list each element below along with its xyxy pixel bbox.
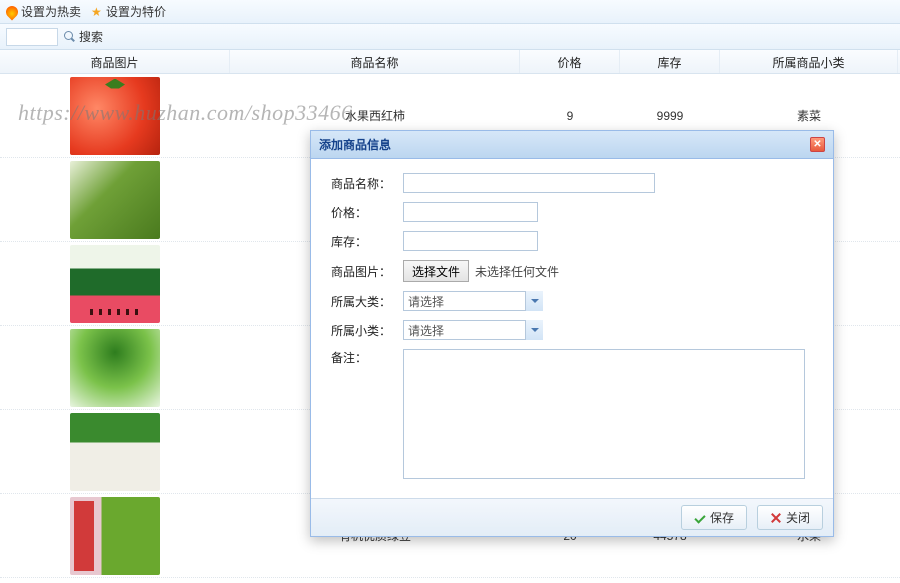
modal-header[interactable]: 添加商品信息 ✕	[311, 131, 833, 159]
label-price: 价格：	[331, 204, 403, 221]
cell-price: 9	[520, 109, 620, 123]
product-thumb	[70, 77, 160, 155]
product-thumb	[70, 413, 160, 491]
star-icon: ★	[91, 6, 103, 18]
save-button-label: 保存	[710, 509, 734, 526]
chevron-down-icon	[525, 320, 543, 340]
label-major-cat: 所属大类：	[331, 293, 403, 310]
label-remark: 备注：	[331, 349, 403, 366]
search-input[interactable]	[6, 28, 58, 46]
product-name-input[interactable]	[403, 173, 655, 193]
save-button[interactable]: 保存	[681, 505, 747, 530]
set-special-button[interactable]: ★ 设置为特价	[91, 3, 166, 20]
col-header-price: 价格	[520, 50, 620, 73]
close-button[interactable]: 关闭	[757, 505, 823, 530]
x-icon	[770, 512, 782, 524]
modal-title: 添加商品信息	[319, 136, 391, 153]
set-hot-label: 设置为热卖	[21, 3, 81, 20]
file-status-text: 未选择任何文件	[475, 263, 559, 280]
cell-stock: 9999	[620, 109, 720, 123]
stock-input[interactable]	[403, 231, 538, 251]
search-button[interactable]: 搜索	[64, 28, 103, 45]
fire-icon	[4, 3, 21, 20]
search-button-label: 搜索	[79, 28, 103, 45]
label-stock: 库存：	[331, 233, 403, 250]
search-bar: 搜索	[0, 24, 900, 50]
cell-category: 素菜	[720, 107, 898, 124]
modal-close-button[interactable]: ✕	[810, 137, 825, 152]
minor-cat-value: 请选择	[408, 322, 444, 339]
label-image: 商品图片：	[331, 263, 403, 280]
product-thumb	[70, 161, 160, 239]
add-product-modal: 添加商品信息 ✕ 商品名称： 价格： 库存： 商品图片： 选择文件 未选择任何文…	[310, 130, 834, 537]
check-icon	[694, 512, 706, 524]
cell-name: 水果西红柿	[230, 107, 520, 124]
remark-textarea[interactable]	[403, 349, 805, 479]
col-header-name: 商品名称	[230, 50, 520, 73]
chevron-down-icon	[525, 291, 543, 311]
product-thumb	[70, 497, 160, 575]
col-header-stock: 库存	[620, 50, 720, 73]
major-cat-value: 请选择	[408, 293, 444, 310]
minor-category-select[interactable]: 请选择	[403, 320, 543, 340]
set-special-label: 设置为特价	[106, 3, 166, 20]
set-hot-button[interactable]: 设置为热卖	[6, 3, 81, 20]
modal-footer: 保存 关闭	[311, 498, 833, 536]
col-header-image: 商品图片	[0, 50, 230, 73]
label-minor-cat: 所属小类：	[331, 322, 403, 339]
label-name: 商品名称：	[331, 175, 403, 192]
product-thumb	[70, 245, 160, 323]
modal-body: 商品名称： 价格： 库存： 商品图片： 选择文件 未选择任何文件 所属大类： 请…	[311, 159, 833, 498]
search-icon	[64, 31, 76, 43]
choose-file-button[interactable]: 选择文件	[403, 260, 469, 282]
grid-header: 商品图片 商品名称 价格 库存 所属商品小类	[0, 50, 900, 74]
col-header-category: 所属商品小类	[720, 50, 898, 73]
top-toolbar: 设置为热卖 ★ 设置为特价	[0, 0, 900, 24]
price-input[interactable]	[403, 202, 538, 222]
close-button-label: 关闭	[786, 509, 810, 526]
product-thumb	[70, 329, 160, 407]
close-icon: ✕	[813, 139, 821, 150]
major-category-select[interactable]: 请选择	[403, 291, 543, 311]
